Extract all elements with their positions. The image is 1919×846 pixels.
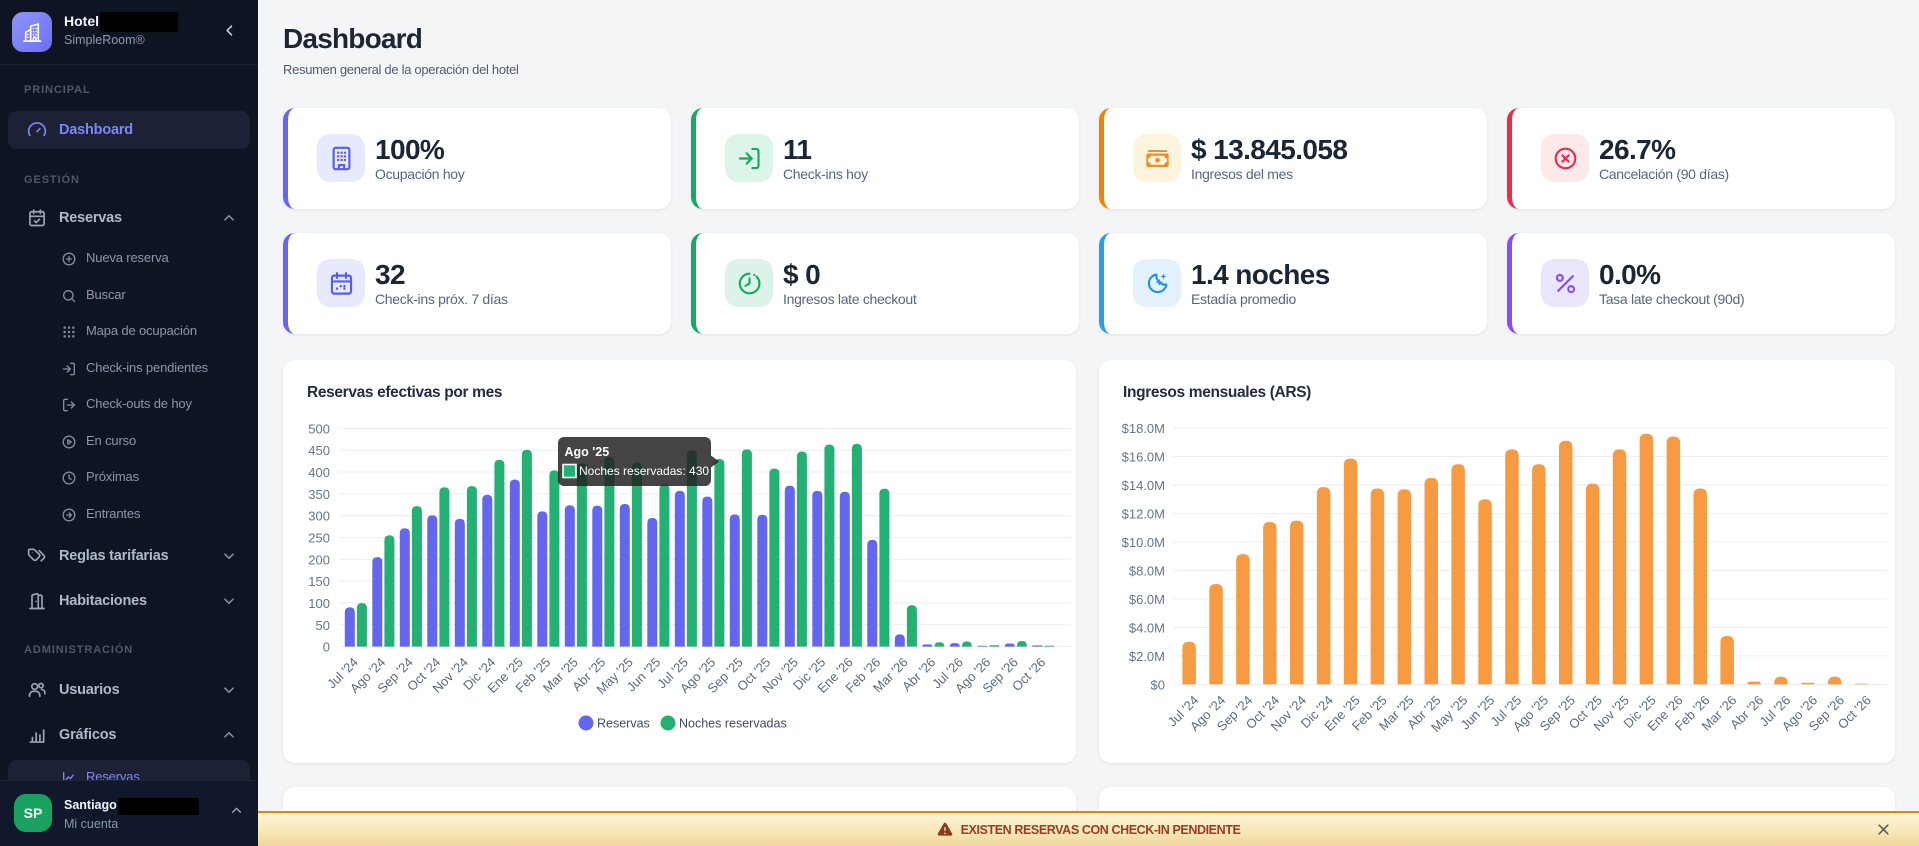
svg-text:$18.0M: $18.0M (1122, 421, 1165, 436)
svg-text:Noches reservadas: Noches reservadas (679, 717, 787, 731)
svg-text:0: 0 (323, 640, 330, 655)
svg-text:$6.0M: $6.0M (1129, 592, 1165, 607)
svg-text:Noches reservadas: 430: Noches reservadas: 430 (579, 464, 709, 478)
svg-text:$8.0M: $8.0M (1129, 563, 1165, 578)
svg-text:400: 400 (308, 465, 330, 480)
svg-text:100: 100 (308, 596, 330, 611)
svg-text:150: 150 (308, 574, 330, 589)
svg-text:$2.0M: $2.0M (1129, 649, 1165, 664)
svg-text:50: 50 (316, 618, 330, 633)
svg-text:450: 450 (308, 443, 330, 458)
svg-text:$0: $0 (1151, 677, 1165, 692)
svg-text:$16.0M: $16.0M (1122, 450, 1165, 465)
svg-text:$12.0M: $12.0M (1122, 507, 1165, 522)
svg-text:250: 250 (308, 531, 330, 546)
svg-text:$14.0M: $14.0M (1122, 478, 1165, 493)
svg-text:Ago '25: Ago '25 (565, 445, 610, 459)
svg-text:500: 500 (308, 421, 330, 436)
svg-text:$10.0M: $10.0M (1122, 535, 1165, 550)
svg-text:$4.0M: $4.0M (1129, 620, 1165, 635)
svg-text:200: 200 (308, 552, 330, 567)
svg-text:Reservas: Reservas (597, 717, 650, 731)
svg-text:350: 350 (308, 487, 330, 502)
svg-text:300: 300 (308, 509, 330, 524)
